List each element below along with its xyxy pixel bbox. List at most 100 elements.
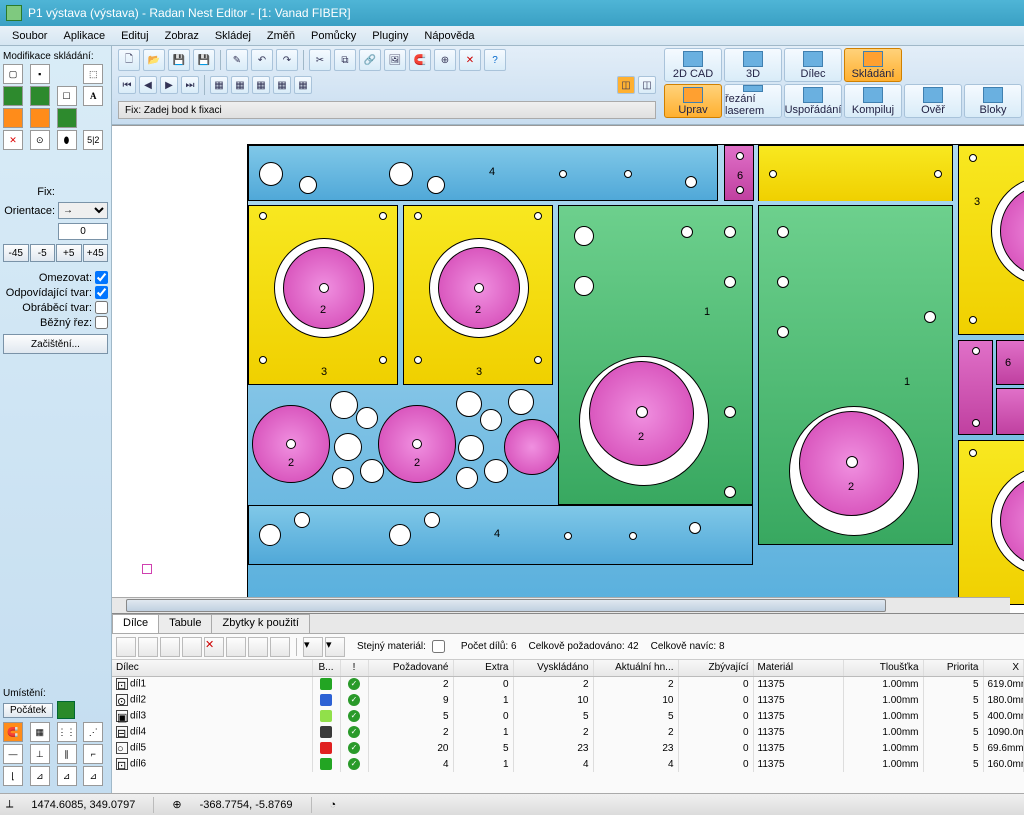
mod-icon[interactable]	[3, 108, 23, 128]
saveas-icon[interactable]: 💾	[193, 49, 215, 71]
col-extra[interactable]: Extra	[453, 660, 513, 676]
grid3-icon[interactable]: ⋰	[83, 722, 103, 742]
act-laser[interactable]: řezání laserem	[724, 84, 782, 118]
mod-icon[interactable]: ⬚	[83, 64, 103, 84]
v5-icon[interactable]: ▦	[294, 76, 312, 94]
v2-icon[interactable]: ▦	[231, 76, 249, 94]
grid-icon[interactable]: ▦	[30, 722, 50, 742]
col-x[interactable]: X	[983, 660, 1024, 676]
menu-aplikace[interactable]: Aplikace	[55, 29, 113, 43]
v4-icon[interactable]: ▦	[273, 76, 291, 94]
new-icon[interactable]: 🗋	[118, 49, 140, 71]
bt-new-icon[interactable]	[116, 637, 136, 657]
snap-icon[interactable]: 🧲	[3, 722, 23, 742]
bt-copy-icon[interactable]	[182, 637, 202, 657]
tab-tabule[interactable]: Tabule	[158, 614, 212, 633]
img-icon[interactable]: 🖼	[384, 49, 406, 71]
pocatek-button[interactable]: Počátek	[3, 703, 53, 718]
table-row[interactable]: ▣díl3✓50550113751.00mm5400.0mm	[112, 708, 1024, 724]
delete-icon[interactable]: ✕	[3, 130, 23, 150]
g2-icon[interactable]: ⊿	[30, 766, 50, 786]
col-tl[interactable]: Tloušťka	[843, 660, 923, 676]
chk-omez[interactable]	[95, 271, 108, 284]
nest-canvas[interactable]: 4 6 2	[112, 125, 1024, 613]
zacisteni-button[interactable]: Začištění...	[3, 334, 108, 354]
g1-icon[interactable]: ⌊	[3, 766, 23, 786]
mode-dilec[interactable]: Dílec	[784, 48, 842, 82]
table-row[interactable]: ⊡díl1✓20220113751.00mm5619.0mm	[112, 676, 1024, 692]
chk-obr[interactable]	[95, 301, 108, 314]
redo-icon[interactable]: ↷	[276, 49, 298, 71]
bt-del-icon[interactable]: ✕	[204, 637, 224, 657]
mod-icon[interactable]	[83, 108, 103, 128]
bt-d2-icon[interactable]: ▾	[325, 637, 345, 657]
chk-odp[interactable]	[95, 286, 108, 299]
angle-m5[interactable]: -5	[30, 244, 56, 262]
mode-2dcad[interactable]: 2D CAD	[664, 48, 722, 82]
mode-skladani[interactable]: Skládání	[844, 48, 902, 82]
menu-pomucky[interactable]: Pomůcky	[303, 29, 364, 43]
menu-napoveda[interactable]: Nápověda	[416, 29, 482, 43]
menu-pluginy[interactable]: Pluginy	[364, 29, 416, 43]
grid2-icon[interactable]: ⋮⋮	[57, 722, 77, 742]
perp-icon[interactable]: ⊥	[30, 744, 50, 764]
angle-m45[interactable]: -45	[3, 244, 29, 262]
copy-icon[interactable]: ⧉	[334, 49, 356, 71]
target-icon[interactable]: ⊕	[434, 49, 456, 71]
tab-zbytky[interactable]: Zbytky k použití	[211, 614, 309, 633]
chk-bez[interactable]	[95, 316, 108, 329]
bt-ref-icon[interactable]	[160, 637, 180, 657]
bt-d1-icon[interactable]: ▾	[303, 637, 323, 657]
menu-skladej[interactable]: Skládej	[207, 29, 259, 43]
col-pri[interactable]: Priorita	[923, 660, 983, 676]
act-uprav[interactable]: Uprav	[664, 84, 722, 118]
save-icon[interactable]: 💾	[168, 49, 190, 71]
corner-icon[interactable]: ⌐	[83, 744, 103, 764]
table-row[interactable]: ⊡díl6✓41440113751.00mm5160.0mm	[112, 756, 1024, 772]
open-icon[interactable]: 📂	[143, 49, 165, 71]
act-over[interactable]: Ověř	[904, 84, 962, 118]
mod-icon[interactable]	[30, 86, 50, 106]
edit-icon[interactable]: ✎	[226, 49, 248, 71]
mod-icon[interactable]: ☐	[57, 86, 77, 106]
mode-3d[interactable]: 3D	[724, 48, 782, 82]
mod-icon[interactable]: 5|2	[83, 130, 103, 150]
link-icon[interactable]: 🔗	[359, 49, 381, 71]
col-ex[interactable]: !	[340, 660, 368, 676]
col-dilec[interactable]: Dílec	[112, 660, 312, 676]
nav-last-icon[interactable]: ⏭	[181, 76, 199, 94]
mod-icon[interactable]: ▢	[3, 64, 23, 84]
nav-prev-icon[interactable]: ◀	[139, 76, 157, 94]
menu-soubor[interactable]: Soubor	[4, 29, 55, 43]
v1-icon[interactable]: ▦	[210, 76, 228, 94]
layout2-icon[interactable]: ◫	[638, 76, 656, 94]
angle-p45[interactable]: +45	[83, 244, 109, 262]
angle-p5[interactable]: +5	[56, 244, 82, 262]
menu-zobraz[interactable]: Zobraz	[157, 29, 207, 43]
tab-dilce[interactable]: Dílce	[112, 614, 159, 633]
cut-icon[interactable]: ✂	[309, 49, 331, 71]
act-kompiluj[interactable]: Kompiluj	[844, 84, 902, 118]
line-icon[interactable]: —	[3, 744, 23, 764]
menu-edituj[interactable]: Edituj	[113, 29, 157, 43]
mod-icon[interactable]: ▪	[30, 64, 50, 84]
table-row[interactable]: ⊙díl2✓9110100113751.00mm5180.0mm	[112, 692, 1024, 708]
magnet-icon[interactable]: 🧲	[409, 49, 431, 71]
nav-next-icon[interactable]: ▶	[160, 76, 178, 94]
orient-select[interactable]: →	[58, 202, 108, 219]
table-row[interactable]: ○díl5✓20523230113751.00mm569.6mm	[112, 740, 1024, 756]
undo-icon[interactable]: ↶	[251, 49, 273, 71]
act-bloky[interactable]: Bloky	[964, 84, 1022, 118]
nav-first-icon[interactable]: ⏮	[118, 76, 136, 94]
act-usporadani[interactable]: Uspořádání	[784, 84, 842, 118]
mod-icon[interactable]	[57, 64, 77, 84]
col-zby[interactable]: Zbývající	[678, 660, 753, 676]
col-mat[interactable]: Materiál	[753, 660, 843, 676]
origin-icon[interactable]	[57, 701, 75, 719]
mod-icon[interactable]	[3, 86, 23, 106]
layout1-icon[interactable]: ◫	[617, 76, 635, 94]
bt-add-icon[interactable]	[138, 637, 158, 657]
menu-zmen[interactable]: Změň	[259, 29, 303, 43]
para-icon[interactable]: ∥	[57, 744, 77, 764]
angle-input[interactable]	[58, 223, 108, 240]
